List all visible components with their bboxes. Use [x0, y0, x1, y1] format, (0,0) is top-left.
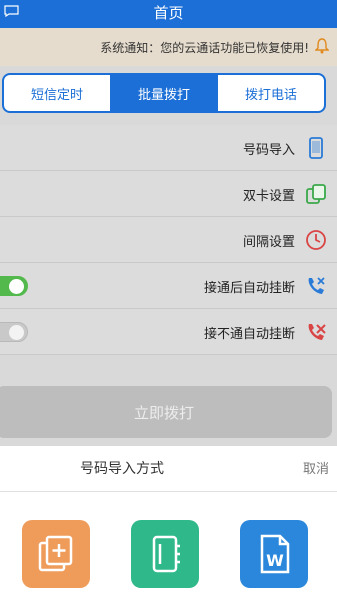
system-notice-bar: 系统通知：您的云通话功能已恢复使用!: [0, 28, 337, 66]
tab-batch-dial[interactable]: 批量拨打: [110, 75, 217, 111]
setting-interval[interactable]: 间隔设置: [0, 217, 337, 263]
dual-sim-icon: [306, 184, 326, 204]
setting-label: 接通后自动挂断: [203, 281, 295, 296]
cancel-button[interactable]: 取消: [303, 458, 329, 477]
system-notice-text: 系统通知：您的云通话功能已恢复使用!: [100, 41, 309, 55]
call-connected-icon: [308, 277, 325, 294]
phone-device-icon: [309, 137, 323, 159]
contacts-import-icon: [152, 535, 180, 573]
setting-dual-sim[interactable]: 双卡设置: [0, 171, 337, 217]
clock-icon: [306, 230, 326, 250]
call-failed-icon: [308, 324, 326, 340]
settings-list: 号码导入 双卡设置 间隔设置 接通后自动挂断 接不通自动挂断: [0, 125, 337, 355]
svg-text:W: W: [266, 551, 284, 570]
sheet-header: 号码导入方式 取消: [0, 446, 337, 492]
sheet-title: 号码导入方式: [80, 461, 164, 477]
tab-sms-schedule[interactable]: 短信定时: [4, 75, 110, 111]
setting-auto-hangup-failed[interactable]: 接不通自动挂断: [0, 309, 337, 355]
tab-dial-phone[interactable]: 拨打电话: [217, 75, 324, 111]
setting-label: 间隔设置: [242, 235, 295, 250]
mode-tabs: 短信定时 批量拨打 拨打电话: [2, 73, 326, 113]
setting-label: 双卡设置: [242, 189, 295, 204]
setting-label: 号码导入: [242, 143, 295, 158]
auto-hangup-connected-toggle[interactable]: [0, 276, 28, 296]
auto-hangup-failed-toggle[interactable]: [0, 322, 28, 342]
app-header: 首页: [0, 0, 337, 28]
gallery-import-icon: [38, 535, 73, 572]
page-title: 首页: [153, 4, 184, 22]
import-method-sheet: 号码导入方式 取消 W: [0, 446, 337, 600]
contacts-import-option[interactable]: [131, 520, 199, 588]
setting-number-import[interactable]: 号码导入: [0, 125, 337, 171]
word-import-icon: W: [260, 534, 290, 574]
word-import-option[interactable]: W: [240, 520, 308, 588]
gallery-import-option[interactable]: [22, 520, 90, 588]
bell-icon: [315, 38, 329, 54]
setting-label: 接不通自动挂断: [203, 327, 295, 342]
setting-auto-hangup-connected[interactable]: 接通后自动挂断: [0, 263, 337, 309]
dial-now-button[interactable]: 立即拨打: [0, 386, 332, 438]
